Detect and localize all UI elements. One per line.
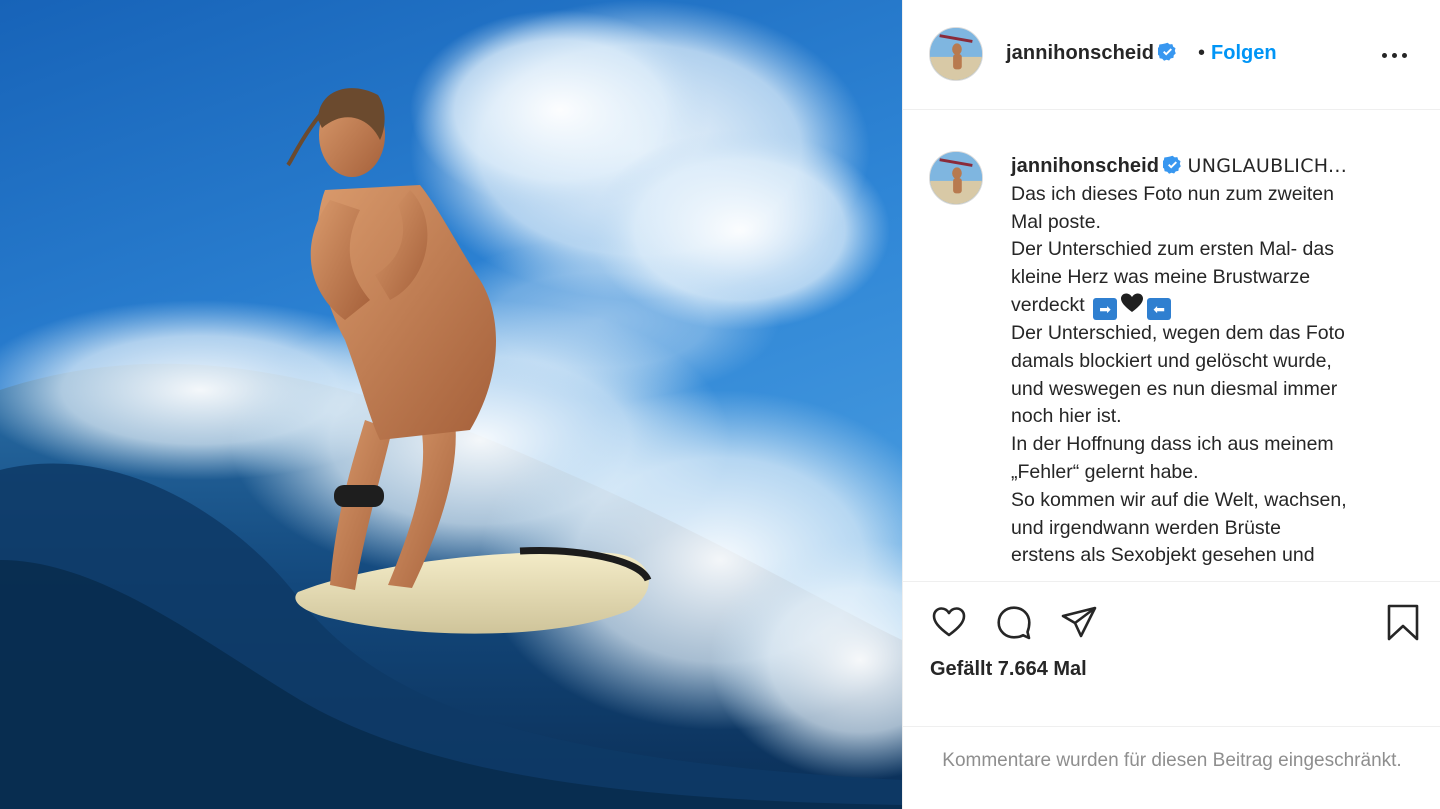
more-horizontal-icon[interactable] — [1381, 44, 1409, 66]
comments-restricted-notice: Kommentare wurden für diesen Beitrag ein… — [903, 726, 1440, 809]
caption-line: Mal poste. — [1011, 210, 1101, 233]
caption-line: und weswegen es nun diesmal immer — [1011, 377, 1338, 400]
follow-wrap: • Folgen — [1198, 42, 1277, 65]
caption-line: und irgendwann werden Brüste — [1011, 516, 1281, 539]
post-side-panel: jannihonscheid • Folgen jannihonscheid UN… — [902, 0, 1440, 809]
caption-line: kleine Herz was meine Brustwarze — [1011, 266, 1311, 289]
header-username-wrap: jannihonscheid — [1006, 42, 1177, 65]
right-arrow-emoji-icon: ➡ — [1093, 297, 1118, 320]
caption-line: Der Unterschied zum ersten Mal- das — [1011, 238, 1334, 261]
bookmark-icon[interactable] — [1383, 602, 1423, 642]
caption-line: jannihonscheid UNGLAUBLICH... — [1011, 153, 1411, 181]
post-actions: Gefällt 7.664 Mal — [903, 581, 1440, 726]
left-arrow-emoji-icon: ⬅ — [1147, 297, 1172, 320]
paper-plane-icon[interactable] — [1059, 602, 1099, 642]
caption-line: In der Hoffnung dass ich aus meinem — [1011, 433, 1334, 456]
caption-line: erstens als Sexobjekt gesehen und — [1011, 544, 1315, 567]
caption-line: damals blockiert und gelöscht wurde, — [1011, 349, 1332, 372]
verified-badge-icon — [1163, 155, 1182, 174]
heart-icon[interactable] — [929, 602, 969, 642]
caption-line: „Fehler“ gelernt habe. — [1011, 460, 1199, 483]
caption-username[interactable]: jannihonscheid — [1011, 155, 1159, 177]
comment-bubble-icon[interactable] — [994, 602, 1034, 642]
caption-area: jannihonscheid UNGLAUBLICH... Das ich di… — [903, 111, 1440, 581]
caption-line: So kommen wir auf die Welt, wachsen, — [1011, 488, 1347, 511]
post-header: jannihonscheid • Folgen — [903, 0, 1440, 110]
caption-line: Der Unterschied, wegen dem das Foto — [1011, 321, 1345, 344]
caption-line-text: verdeckt — [1011, 293, 1085, 316]
caption-line: noch hier ist. — [1011, 405, 1122, 428]
avatar-image — [930, 152, 982, 204]
caption-line: verdeckt ➡ ⬅ — [1011, 292, 1411, 320]
follow-button[interactable]: Folgen — [1211, 42, 1277, 64]
caption-line: Das ich dieses Foto nun zum zweiten — [1011, 182, 1334, 205]
separator-dot: • — [1198, 42, 1206, 64]
username[interactable]: jannihonscheid — [1006, 42, 1154, 64]
black-heart-emoji-icon — [1120, 292, 1144, 314]
caption-text: jannihonscheid UNGLAUBLICH... Das ich di… — [1011, 153, 1411, 570]
avatar-image — [930, 28, 982, 80]
caption-avatar[interactable] — [929, 151, 983, 205]
surfer-photo-illustration — [0, 0, 902, 809]
post-photo[interactable] — [0, 0, 902, 809]
verified-badge-icon — [1158, 42, 1177, 61]
caption-headline: UNGLAUBLICH... — [1187, 155, 1348, 177]
avatar[interactable] — [929, 27, 983, 81]
likes-count[interactable]: Gefällt 7.664 Mal — [930, 658, 1087, 681]
